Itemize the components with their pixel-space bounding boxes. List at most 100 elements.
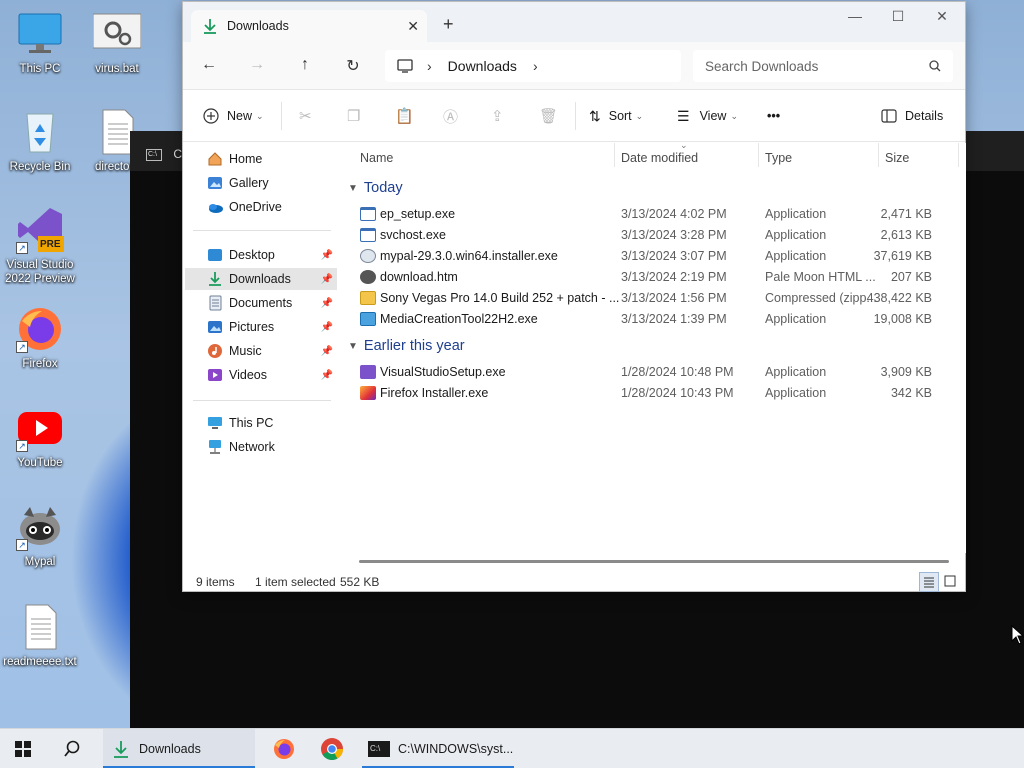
table-row[interactable]: Sony Vegas Pro 14.0 Build 252 + patch - … <box>358 288 958 309</box>
desktop-icon-youtube[interactable]: ↗ YouTube <box>0 404 80 470</box>
breadcrumb-downloads[interactable]: Downloads <box>448 58 517 74</box>
maximize-button[interactable]: ☐ <box>876 8 920 28</box>
table-row[interactable]: ep_setup.exe 3/13/2024 4:02 PM Applicati… <box>358 204 958 225</box>
details-button[interactable]: Details <box>881 104 943 128</box>
search-input[interactable]: Search Downloads <box>693 50 953 82</box>
delete-icon[interactable]: 🗑 <box>539 104 558 128</box>
status-selection-size: 552 KB <box>340 575 380 589</box>
nav-item-home[interactable]: Home <box>185 148 337 170</box>
table-row[interactable]: svchost.exe 3/13/2024 3:28 PM Applicatio… <box>358 225 958 246</box>
file-type: Application <box>765 207 827 221</box>
group-header-today[interactable]: ▼ Today <box>348 180 403 196</box>
pin-icon[interactable]: 📌 <box>321 250 333 261</box>
nav-item-network[interactable]: Network <box>185 436 337 458</box>
pin-icon[interactable]: 📌 <box>321 274 333 285</box>
table-row[interactable]: download.htm 3/13/2024 2:19 PM Pale Moon… <box>358 267 958 288</box>
pin-icon[interactable]: 📌 <box>321 322 333 333</box>
videos-folder-icon <box>208 369 222 381</box>
column-header-type[interactable]: Type <box>765 151 792 165</box>
horizontal-scrollbar[interactable] <box>359 560 949 563</box>
file-type: Application <box>765 228 827 242</box>
column-header-name[interactable]: Name <box>360 151 393 165</box>
nav-item-gallery[interactable]: Gallery <box>185 172 337 194</box>
view-button[interactable]: ☰ View ⌄ <box>677 104 738 128</box>
table-row[interactable]: Firefox Installer.exe 1/28/2024 10:43 PM… <box>358 383 958 404</box>
title-bar[interactable]: Downloads ✕ + — ☐ ✕ <box>183 2 965 42</box>
large-icons-view-button[interactable] <box>941 572 961 592</box>
nav-label: OneDrive <box>229 200 282 214</box>
table-row[interactable]: VisualStudioSetup.exe 1/28/2024 10:48 PM… <box>358 362 958 383</box>
table-row[interactable]: MediaCreationTool22H2.exe 3/13/2024 1:39… <box>358 309 958 330</box>
desktop-icon-label: Visual Studio 2022 Preview <box>5 259 75 285</box>
table-row[interactable]: mypal-29.3.0.win64.installer.exe 3/13/20… <box>358 246 958 267</box>
taskbar-chrome[interactable] <box>320 729 346 768</box>
file-type: Application <box>765 312 827 326</box>
refresh-button[interactable]: ↻ <box>343 56 363 76</box>
column-divider[interactable] <box>614 143 615 167</box>
pin-icon[interactable]: 📌 <box>321 298 333 309</box>
pin-icon[interactable]: 📌 <box>321 346 333 357</box>
forward-button[interactable]: → <box>247 56 267 76</box>
chevron-right-icon[interactable]: › <box>533 58 538 74</box>
desktop-icon-readme[interactable]: readmeeee.txt <box>0 603 80 669</box>
nav-item-onedrive[interactable]: OneDrive <box>185 196 337 218</box>
desktop-icon-recycle-bin[interactable]: Recycle Bin <box>0 108 80 174</box>
rename-icon[interactable]: Ⓐ <box>443 104 458 128</box>
chevron-right-icon[interactable]: › <box>427 58 432 74</box>
search-placeholder: Search Downloads <box>705 58 819 74</box>
up-button[interactable]: ↑ <box>295 56 315 76</box>
column-header-size[interactable]: Size <box>885 151 909 165</box>
cut-icon[interactable]: ✂ <box>299 104 312 128</box>
nav-item-music[interactable]: Music 📌 <box>185 340 337 362</box>
desktop-icon-mypal[interactable]: ↗ Mypal <box>0 503 80 569</box>
minimize-button[interactable]: — <box>833 8 877 28</box>
command-prompt-icon: C:\ <box>146 148 162 161</box>
details-view-button[interactable] <box>919 572 939 592</box>
tab-downloads[interactable]: Downloads ✕ <box>191 10 427 42</box>
youtube-icon: ↗ <box>16 404 64 452</box>
view-label: View <box>699 109 727 123</box>
breadcrumb[interactable]: › Downloads › <box>385 50 681 82</box>
copy-icon[interactable]: ❐ <box>347 104 360 128</box>
desktop-icon-virus-bat[interactable]: virus.bat <box>77 10 157 76</box>
nav-item-downloads[interactable]: Downloads 📌 <box>185 268 337 290</box>
desktop-icon-firefox[interactable]: ↗ Firefox <box>0 305 80 371</box>
toolbar-divider <box>575 102 576 130</box>
file-size: 19,008 KB <box>873 312 932 326</box>
see-more-button[interactable]: ••• <box>767 104 780 128</box>
taskbar-explorer-downloads[interactable]: Downloads <box>103 729 255 768</box>
group-header-earlier[interactable]: ▼ Earlier this year <box>348 338 465 354</box>
nav-item-documents[interactable]: Documents 📌 <box>185 292 337 314</box>
start-button[interactable] <box>14 729 36 768</box>
desktop-icon-label: This PC <box>19 63 61 75</box>
new-tab-button[interactable]: + <box>443 14 454 35</box>
column-divider[interactable] <box>878 143 879 167</box>
nav-item-videos[interactable]: Videos 📌 <box>185 364 337 386</box>
column-divider[interactable] <box>958 143 959 167</box>
nav-item-this-pc[interactable]: This PC <box>185 412 337 434</box>
desktop-icon-visual-studio[interactable]: PRE ↗ Visual Studio 2022 Preview <box>0 206 80 286</box>
share-icon[interactable]: ⇪ <box>491 104 504 128</box>
paste-icon[interactable]: 📋 <box>395 104 414 128</box>
nav-label: Desktop <box>229 248 275 262</box>
nav-item-pictures[interactable]: Pictures 📌 <box>185 316 337 338</box>
close-tab-icon[interactable]: ✕ <box>407 18 419 35</box>
desktop-icon-this-pc[interactable]: This PC <box>0 10 80 76</box>
desktop-folder-icon <box>208 249 222 261</box>
column-header-date[interactable]: Date modified <box>621 151 698 165</box>
back-button[interactable]: ← <box>199 56 219 76</box>
zip-folder-icon <box>360 291 376 305</box>
batch-file-icon <box>92 10 142 58</box>
sort-button[interactable]: ⇅ Sort ⌄ <box>589 104 643 128</box>
nav-label: Gallery <box>229 176 269 190</box>
pin-icon[interactable]: 📌 <box>321 370 333 381</box>
nav-item-desktop[interactable]: Desktop 📌 <box>185 244 337 266</box>
taskbar-search-button[interactable] <box>63 729 85 768</box>
taskbar-firefox[interactable] <box>273 729 295 768</box>
new-button[interactable]: New ⌄ <box>203 104 264 128</box>
close-window-button[interactable]: ✕ <box>920 8 964 28</box>
file-name: Sony Vegas Pro 14.0 Build 252 + patch - … <box>380 291 620 305</box>
column-divider[interactable] <box>758 143 759 167</box>
file-explorer-window[interactable]: Downloads ✕ + — ☐ ✕ ← → ↑ ↻ › Downloads … <box>182 1 966 592</box>
taskbar-command-prompt[interactable]: C:\ C:\WINDOWS\syst... <box>362 729 514 768</box>
